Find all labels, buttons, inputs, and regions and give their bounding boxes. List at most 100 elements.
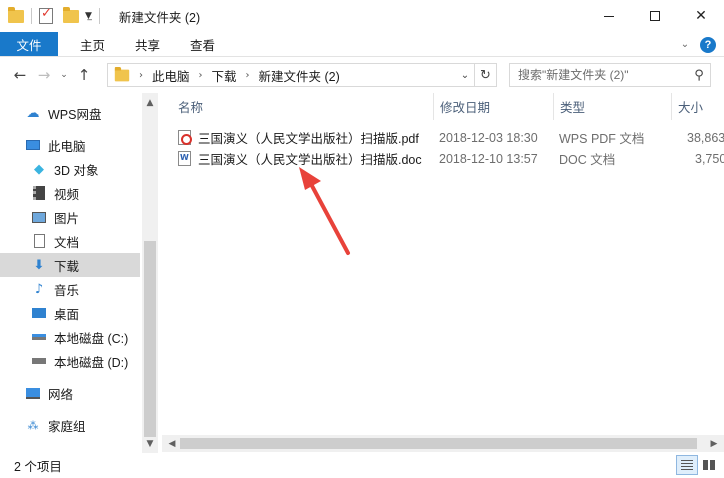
toolbar-divider [31,8,32,24]
sidebar-item-label: 本地磁盘 (D:) [54,355,129,370]
maximize-icon [650,11,660,21]
file-type: DOC 文档 [559,153,616,167]
chevron-right-icon[interactable]: › [246,70,250,81]
up-button[interactable]: ↑ [72,63,96,87]
folder-icon[interactable] [8,5,24,27]
column-header-size[interactable]: 大小 [672,93,724,120]
sidebar-item-network[interactable]: 网络 [0,381,140,405]
scroll-up-icon[interactable]: ▲ [142,95,158,111]
address-bar[interactable]: › 此电脑 › 下载 › 新建文件夹 (2) ⌄ ↻ [107,63,497,87]
large-icons-view-button[interactable] [698,455,720,475]
sidebar-item-3d-objects[interactable]: ◆ 3D 对象 [0,157,140,181]
scroll-left-icon[interactable]: ◀ [164,435,180,452]
item-count: 2 个项目 [14,460,62,474]
scroll-right-icon[interactable]: ▶ [706,435,722,452]
close-icon: ✕ [695,8,707,24]
maximize-button[interactable] [632,0,678,32]
sidebar-item-wps-cloud[interactable]: ☁ WPS网盘 [0,101,140,125]
column-header-date-modified[interactable]: 修改日期 [434,93,554,120]
details-view-icon [681,460,693,470]
back-button[interactable]: ← [8,63,32,87]
cube-icon: ◆ [34,161,44,177]
address-dropdown-icon[interactable]: ⌄ [456,64,474,86]
sidebar-item-homegroup[interactable]: ⁂ 家庭组 [0,413,140,437]
quick-access-toolbar: ▼̲ [0,0,107,32]
sidebar-item-videos[interactable]: 视频 [0,181,140,205]
music-icon: ♪ [34,281,44,297]
computer-icon [24,137,42,153]
help-icon[interactable]: ? [700,36,716,53]
desktop-icon [30,305,48,321]
sidebar-item-label: 本地磁盘 (C:) [54,331,129,346]
navigation-pane: ☁ WPS网盘 此电脑 ◆ 3D 对象 视频 图片 文档 ⬇ 下载 ♪ 音乐 桌… [0,93,158,453]
dropdown-icon[interactable]: ▼̲ [85,11,92,21]
cloud-icon: ☁ [26,105,40,121]
sidebar-item-label: 视频 [54,187,80,202]
sidebar-item-music[interactable]: ♪ 音乐 [0,277,140,301]
file-name: 三国演义（人民文学出版社）扫描版.pdf [198,132,419,146]
sidebar-item-label: 网络 [48,387,74,402]
sidebar-item-this-pc[interactable]: 此电脑 [0,133,140,157]
minimize-button[interactable] [586,0,632,32]
close-button[interactable]: ✕ [678,0,724,32]
forward-button[interactable]: → [32,63,56,87]
navigation-pane-scrollbar[interactable]: ▲ ▼ [142,93,158,453]
column-header-row: ⌃ 名称 修改日期 类型 大小 [162,93,724,120]
toolbar-divider [98,8,100,24]
recent-locations-icon[interactable]: ⌄ [56,70,72,80]
tab-file[interactable]: 文件 [0,32,58,56]
breadcrumb-current-folder[interactable]: 新建文件夹 (2) [259,66,340,85]
sidebar-item-pictures[interactable]: 图片 [0,205,140,229]
network-icon [24,385,42,401]
scrollbar-thumb[interactable] [144,241,156,437]
tab-share[interactable]: 共享 [123,32,172,56]
breadcrumb-this-pc[interactable]: 此电脑 [152,66,190,85]
properties-check-icon[interactable] [39,5,53,27]
chevron-right-icon[interactable]: › [199,70,203,81]
document-icon [30,233,48,249]
sidebar-item-downloads[interactable]: ⬇ 下载 [0,253,140,277]
view-switcher [676,455,720,475]
breadcrumb-downloads[interactable]: 下载 [212,66,237,85]
search-icon[interactable]: ⚲ [688,68,710,83]
file-name-cell[interactable]: 三国演义（人民文学出版社）扫描版.pdf [178,127,419,148]
chevron-right-icon[interactable]: › [139,70,143,81]
column-header-name[interactable]: 名称 [172,93,434,120]
window-title: 新建文件夹 (2) [118,10,201,25]
search-input[interactable] [510,65,688,85]
search-box[interactable]: ⚲ [509,63,711,87]
video-icon [30,185,48,201]
navigation-tree: ☁ WPS网盘 此电脑 ◆ 3D 对象 视频 图片 文档 ⬇ 下载 ♪ 音乐 桌… [0,93,142,453]
tab-home[interactable]: 主页 [68,32,117,56]
sidebar-item-label: 图片 [54,211,80,226]
new-folder-icon[interactable] [63,5,79,27]
file-row-pdf[interactable]: 三国演义（人民文学出版社）扫描版.pdf 2018-12-03 18:30 WP… [162,127,724,148]
sidebar-item-desktop[interactable]: 桌面 [0,301,140,325]
sidebar-item-label: 音乐 [54,283,80,298]
sidebar-item-label: 3D 对象 [54,163,99,178]
details-view-button[interactable] [676,455,698,475]
window-controls: ✕ [586,0,724,32]
column-header-type[interactable]: 类型 [554,93,672,120]
tab-view[interactable]: 查看 [178,32,227,56]
file-name-cell[interactable]: 三国演义（人民文学出版社）扫描版.doc [178,148,422,169]
drive-d-icon [30,353,48,369]
sidebar-item-label: 此电脑 [48,139,86,154]
file-type: WPS PDF 文档 [559,132,645,146]
expand-ribbon-icon[interactable]: ⌄ [674,39,696,50]
scrollbar-thumb[interactable] [180,438,697,449]
file-list-horizontal-scrollbar[interactable]: ◀ ▶ [162,435,724,452]
scroll-down-icon[interactable]: ▼ [142,436,158,452]
file-row-doc[interactable]: 三国演义（人民文学出版社）扫描版.doc 2018-12-10 13:57 DO… [162,148,724,169]
pdf-file-icon [178,130,192,145]
sidebar-item-label: 桌面 [54,307,80,322]
sidebar-item-drive-c[interactable]: 本地磁盘 (C:) [0,325,140,349]
ribbon: 文件 主页 共享 查看 ⌄ ? [0,32,724,57]
folder-icon [114,66,130,81]
file-date: 2018-12-03 18:30 [439,130,538,145]
sidebar-item-drive-d[interactable]: 本地磁盘 (D:) [0,349,140,373]
refresh-icon[interactable]: ↻ [474,64,496,86]
sidebar-item-documents[interactable]: 文档 [0,229,140,253]
file-list-pane: ⌃ 名称 修改日期 类型 大小 三国演义（人民文学出版社）扫描版.pdf 201… [162,93,724,453]
file-size: 38,863 [687,130,724,145]
